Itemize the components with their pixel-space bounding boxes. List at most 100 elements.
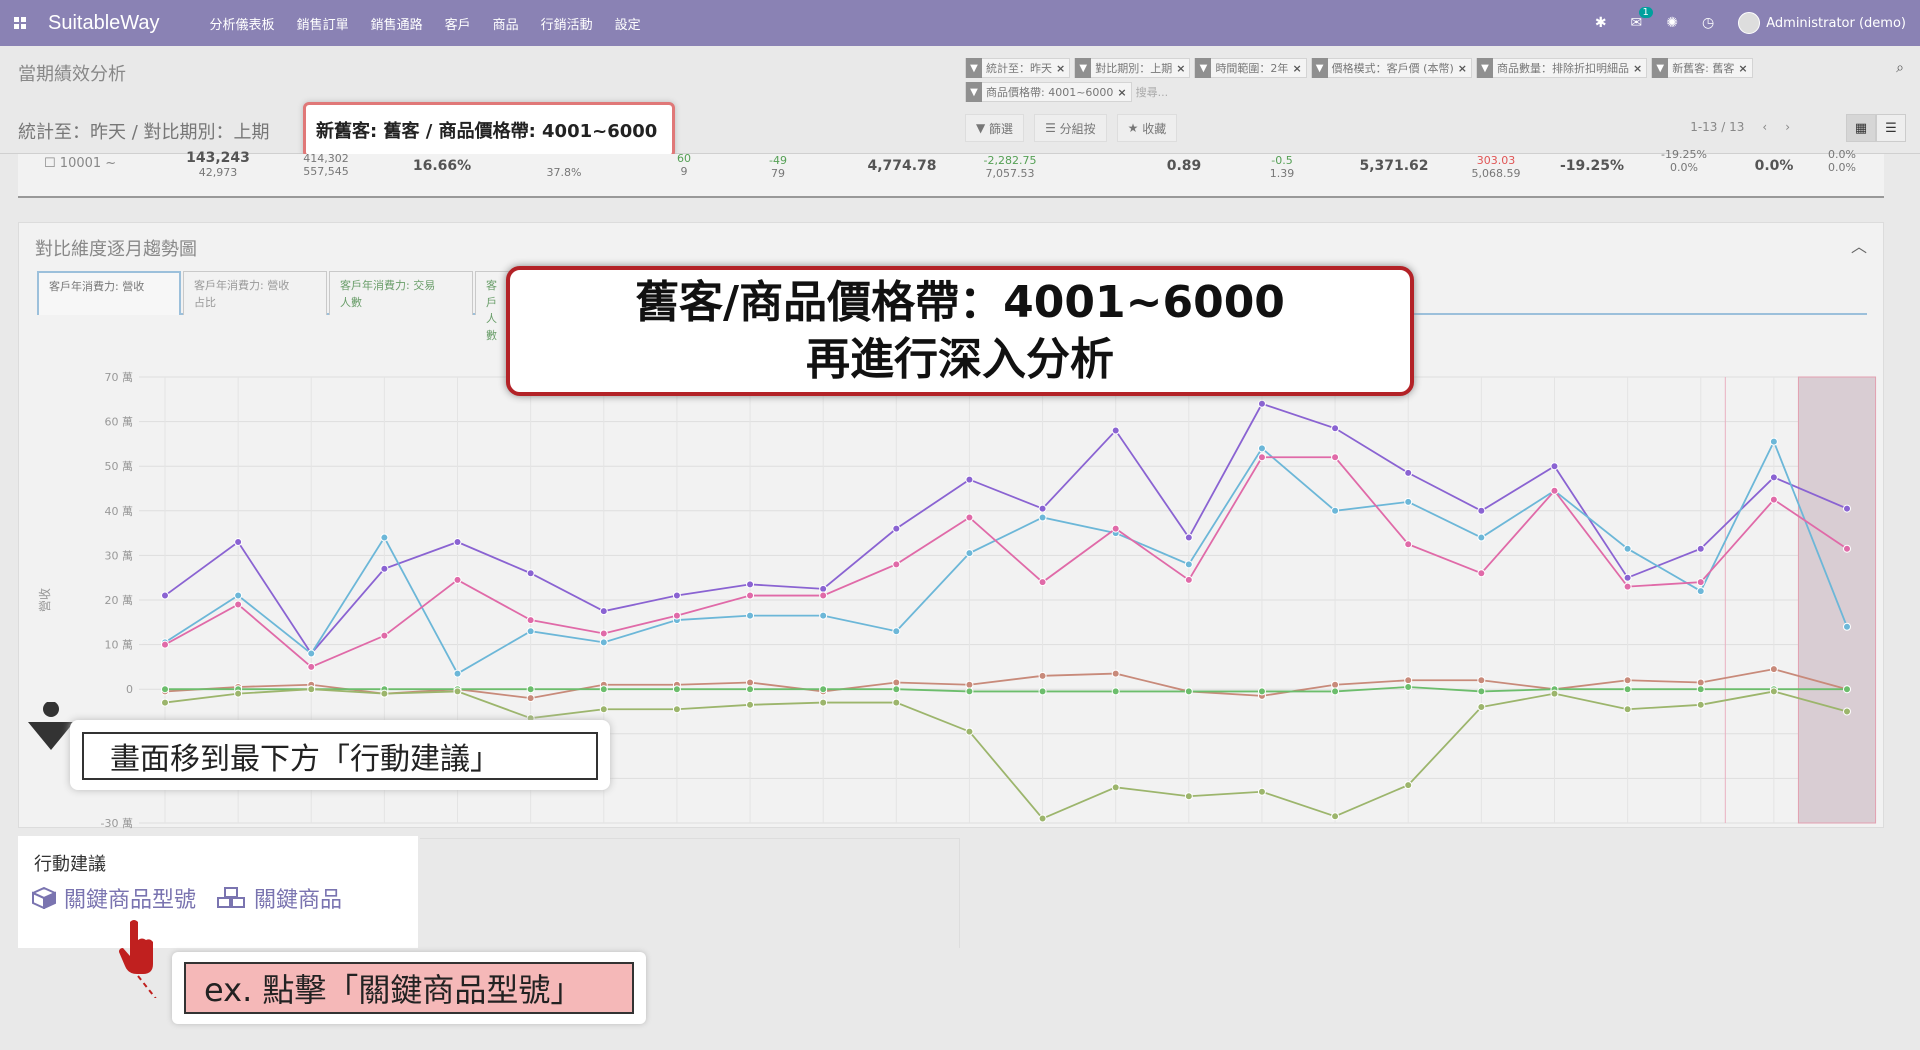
breadcrumb[interactable]: 統計至：昨天 / 對比期別：上期 — [18, 118, 270, 144]
series-line-0 — [164, 402, 1848, 656]
close-icon[interactable]: × — [1633, 62, 1642, 75]
menu-item-sales-channels[interactable]: 銷售通路 — [371, 14, 423, 33]
data-point — [1696, 685, 1705, 694]
data-point — [1696, 578, 1705, 587]
data-point — [1623, 582, 1632, 591]
data-point — [1404, 682, 1413, 691]
activity-icon[interactable]: ✺ — [1666, 15, 1678, 31]
facet-price-band: ▼ 商品價格帶: 4001~6000 × — [965, 82, 1132, 102]
table-cell: 0.0% — [1754, 158, 1794, 174]
row-checkbox-label[interactable]: ☐ 10001 ~ — [44, 156, 116, 171]
main-menu: 分析儀表板 銷售訂單 銷售通路 客戶 商品 行銷活動 設定 — [210, 14, 641, 33]
key-product-model-link[interactable]: 關鍵商品型號 — [32, 882, 196, 914]
data-point — [1477, 569, 1486, 578]
data-point — [1184, 575, 1193, 584]
menu-item-settings[interactable]: 設定 — [615, 14, 641, 33]
data-point — [892, 524, 901, 533]
y-axis-title: 營收 — [38, 588, 52, 612]
table-cell: 37.8% — [546, 166, 582, 179]
data-point — [1477, 703, 1486, 712]
search-input[interactable]: 搜尋... — [1136, 82, 1169, 102]
data-point — [746, 611, 755, 620]
data-point — [819, 685, 828, 694]
data-point — [1038, 687, 1047, 696]
brand-logo[interactable]: SuitableWay — [48, 12, 160, 35]
data-point — [1111, 783, 1120, 792]
y-tick-label: 30 萬 — [105, 549, 134, 562]
data-point — [380, 689, 389, 698]
data-point — [819, 591, 828, 600]
data-point — [746, 591, 755, 600]
close-icon[interactable]: × — [1292, 62, 1301, 75]
data-point — [1477, 506, 1486, 515]
data-point — [672, 591, 681, 600]
cubes-icon — [217, 887, 246, 908]
data-point — [1843, 504, 1851, 513]
filter-button[interactable]: ▼ 篩選 — [965, 114, 1025, 142]
user-menu[interactable]: Administrator (demo) — [1738, 12, 1906, 34]
data-point — [599, 705, 608, 714]
data-point — [1477, 687, 1486, 696]
close-icon[interactable]: × — [1176, 62, 1185, 75]
data-point — [380, 533, 389, 542]
menu-item-products[interactable]: 商品 — [493, 14, 519, 33]
data-point — [819, 584, 828, 593]
data-point — [1257, 453, 1266, 462]
section-title: 行動建議 — [34, 854, 106, 875]
favorites-button[interactable]: ★ 收藏 — [1116, 114, 1178, 142]
data-point — [453, 687, 462, 696]
data-point — [1038, 504, 1047, 513]
search-icon[interactable]: ⌕ — [1896, 60, 1904, 76]
series-line-2 — [164, 456, 1848, 668]
data-point — [1696, 678, 1705, 687]
close-icon[interactable]: × — [1458, 62, 1467, 75]
clock-icon[interactable]: ◷ — [1702, 15, 1714, 31]
bug-icon[interactable]: ✱ — [1595, 15, 1607, 31]
menu-item-sales-orders[interactable]: 銷售訂單 — [297, 14, 349, 33]
chat-icon[interactable]: ✉ 1 — [1631, 7, 1653, 31]
data-point — [161, 698, 169, 707]
table-cell: 0.0% 0.0% — [1828, 148, 1856, 174]
chevron-right-icon[interactable]: › — [1785, 120, 1790, 134]
data-point — [1111, 524, 1120, 533]
data-point — [1331, 424, 1340, 433]
data-point — [746, 700, 755, 709]
data-point — [1696, 587, 1705, 596]
notification-badge: 1 — [1638, 7, 1653, 18]
cube-icon — [32, 887, 56, 909]
filter-icon: ▼ — [1652, 58, 1669, 78]
dashboard-view-icon[interactable]: ▦ — [1846, 114, 1876, 142]
apps-menu-icon[interactable] — [4, 0, 36, 46]
data-point — [892, 560, 901, 569]
groupby-button[interactable]: ☰ 分組按 — [1034, 114, 1107, 142]
facet-stat-until: ▼ 統計至：昨天 × — [965, 58, 1071, 78]
data-point — [1843, 707, 1851, 716]
table-cell: -2,282.75 7,057.53 — [983, 154, 1037, 180]
series-line-3 — [164, 668, 1848, 700]
data-point — [1477, 676, 1486, 685]
menu-item-campaigns[interactable]: 行銷活動 — [541, 14, 593, 33]
close-icon[interactable]: × — [1117, 86, 1126, 99]
close-icon[interactable]: × — [1738, 62, 1747, 75]
close-icon[interactable]: × — [1056, 62, 1065, 75]
list-view-icon[interactable]: ☰ — [1876, 114, 1906, 142]
menu-item-dashboard[interactable]: 分析儀表板 — [210, 14, 275, 33]
data-point — [161, 591, 169, 600]
view-switcher: ▦ ☰ — [1846, 114, 1906, 142]
breadcrumb-title[interactable]: 當期績效分析 — [18, 60, 126, 86]
scroll-hint-callout: 畫面移到最下方「行動建議」 — [70, 720, 610, 790]
filter-icon: ▼ — [1075, 58, 1092, 78]
table-cell: 143,243 42,973 — [186, 150, 250, 179]
data-point — [1623, 544, 1632, 553]
data-point — [1843, 622, 1851, 631]
data-point — [380, 631, 389, 640]
data-point — [453, 575, 462, 584]
menu-item-customers[interactable]: 客戶 — [445, 14, 471, 33]
chevron-left-icon[interactable]: ‹ — [1762, 120, 1767, 134]
data-point — [599, 685, 608, 694]
y-tick-label: 50 萬 — [105, 460, 134, 473]
data-point — [1111, 426, 1120, 435]
star-icon: ★ — [1127, 121, 1143, 135]
pager-value[interactable]: 1-13 / 13 — [1690, 120, 1744, 134]
key-product-link[interactable]: 關鍵商品 — [216, 882, 342, 914]
